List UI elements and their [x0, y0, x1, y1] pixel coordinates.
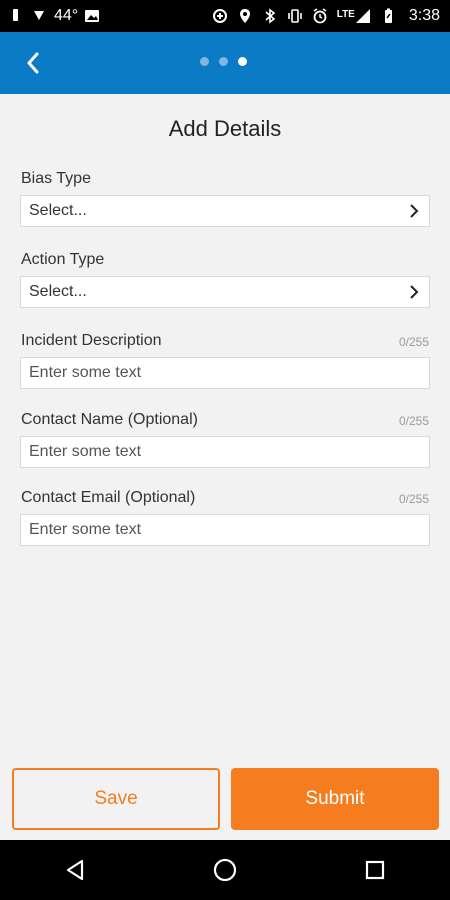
contact-email-label: Contact Email (Optional): [21, 489, 196, 506]
status-bar: 44° LTE 3:38: [0, 0, 450, 32]
back-triangle-icon: [66, 859, 84, 881]
action-type-label: Action Type: [21, 251, 105, 268]
temperature-text: 44°: [54, 7, 79, 24]
contact-email-counter: 0/255: [398, 492, 429, 506]
notification-icon: [13, 9, 18, 21]
nav-recents-button[interactable]: [355, 850, 395, 890]
back-button[interactable]: [18, 48, 48, 78]
incident-description-input[interactable]: Enter some text: [20, 357, 430, 389]
app-toolbar: [0, 32, 450, 94]
page-title: Add Details: [168, 116, 282, 141]
contact-email-placeholder: Enter some text: [29, 521, 142, 538]
bias-type-select[interactable]: Select...: [20, 195, 430, 227]
step-dot-3-active: [238, 57, 247, 66]
signal-icon: [355, 9, 370, 23]
incident-description-placeholder: Enter some text: [29, 364, 142, 381]
incident-description-label: Incident Description: [21, 332, 162, 349]
action-type-value: Select...: [29, 283, 87, 300]
vibrate-icon: [287, 9, 302, 23]
recents-square-icon: [365, 860, 385, 880]
incident-description-counter: 0/255: [398, 335, 429, 349]
image-icon: [85, 10, 100, 22]
action-type-select[interactable]: Select...: [20, 276, 430, 308]
chevron-right-icon: [410, 285, 419, 299]
location-icon: [239, 9, 250, 23]
nav-home-button[interactable]: [205, 850, 245, 890]
contact-name-counter: 0/255: [398, 414, 429, 428]
step-dot-2: [219, 57, 228, 66]
contact-name-input[interactable]: Enter some text: [20, 436, 430, 468]
contact-name-label: Contact Name (Optional): [21, 411, 198, 428]
step-indicator: [200, 57, 247, 66]
alarm-icon: [313, 8, 327, 24]
bluetooth-icon: [265, 8, 275, 24]
clock-time: 3:38: [408, 7, 440, 24]
chevron-left-icon: [27, 52, 39, 74]
save-button[interactable]: Save: [12, 768, 220, 830]
bias-type-value: Select...: [29, 202, 87, 219]
battery-icon: [384, 8, 392, 23]
network-type: LTE: [336, 9, 355, 20]
system-nav-bar: [0, 840, 450, 900]
home-circle-icon: [213, 858, 237, 882]
data-saver-icon: [212, 9, 227, 23]
weather-icon: [34, 11, 44, 20]
step-dot-1: [200, 57, 209, 66]
contact-name-placeholder: Enter some text: [29, 443, 142, 460]
contact-email-input[interactable]: Enter some text: [20, 514, 430, 546]
bias-type-label: Bias Type: [21, 170, 91, 187]
submit-button[interactable]: Submit: [231, 768, 439, 830]
chevron-right-icon: [410, 204, 419, 218]
nav-back-button[interactable]: [55, 850, 95, 890]
